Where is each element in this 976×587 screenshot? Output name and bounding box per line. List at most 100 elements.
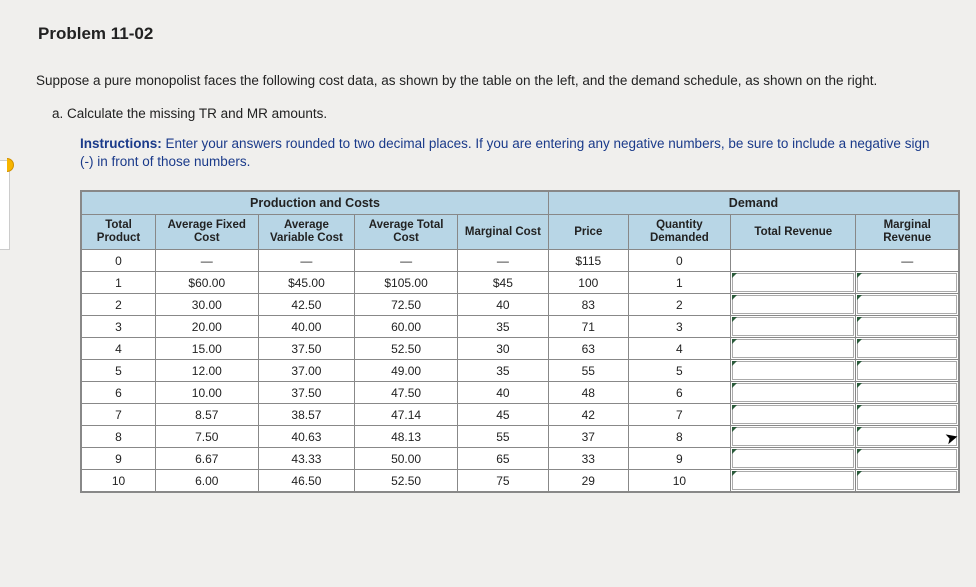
- total-revenue-input[interactable]: [732, 405, 854, 424]
- cell-qd: 2: [628, 294, 731, 316]
- cell-avc: 38.57: [258, 404, 355, 426]
- marginal-revenue: [856, 316, 959, 338]
- total-revenue-input[interactable]: [732, 427, 854, 446]
- marginal-revenue-input[interactable]: [857, 339, 957, 358]
- cell-avc: $45.00: [258, 272, 355, 294]
- total-revenue: [731, 448, 856, 470]
- cell-price: 48: [548, 382, 628, 404]
- cell-avc: 46.50: [258, 470, 355, 492]
- cell-price: 29: [548, 470, 628, 492]
- cell-qd: 10: [628, 470, 731, 492]
- marginal-revenue: [856, 448, 959, 470]
- th-mr: Marginal Revenue: [856, 215, 959, 250]
- table-row: 320.0040.0060.0035713: [82, 316, 959, 338]
- cell-price: 37: [548, 426, 628, 448]
- cell-tp: 3: [82, 316, 156, 338]
- cell-mc: 40: [457, 294, 548, 316]
- th-atc: Average Total Cost: [355, 215, 458, 250]
- th-price: Price: [548, 215, 628, 250]
- cell-avc: 40.63: [258, 426, 355, 448]
- total-revenue-input[interactable]: [732, 317, 854, 336]
- cell-tp: 1: [82, 272, 156, 294]
- cell-afc: 8.57: [156, 404, 259, 426]
- total-revenue: [731, 382, 856, 404]
- problem-intro: Suppose a pure monopolist faces the foll…: [36, 72, 938, 90]
- total-revenue-input[interactable]: [732, 273, 854, 292]
- cell-qd: 8: [628, 426, 731, 448]
- cell-avc: 37.50: [258, 382, 355, 404]
- cell-afc: —: [156, 250, 259, 272]
- marginal-revenue-input[interactable]: [857, 295, 957, 314]
- table-row: 610.0037.5047.5040486: [82, 382, 959, 404]
- total-revenue-input[interactable]: [732, 361, 854, 380]
- marginal-revenue: [856, 294, 959, 316]
- cell-price: 83: [548, 294, 628, 316]
- cell-qd: 7: [628, 404, 731, 426]
- cell-price: 63: [548, 338, 628, 360]
- marginal-revenue: [856, 382, 959, 404]
- cell-qd: 0: [628, 250, 731, 272]
- cell-mc: 65: [457, 448, 548, 470]
- cell-atc: $105.00: [355, 272, 458, 294]
- cell-avc: 42.50: [258, 294, 355, 316]
- cell-avc: —: [258, 250, 355, 272]
- marginal-revenue-input[interactable]: [857, 449, 957, 468]
- cell-qd: 1: [628, 272, 731, 294]
- total-revenue-input[interactable]: [732, 449, 854, 468]
- sidebar-fragment: [0, 160, 10, 250]
- cell-qd: 6: [628, 382, 731, 404]
- marginal-revenue-input[interactable]: [857, 361, 957, 380]
- cell-mc: 40: [457, 382, 548, 404]
- cell-afc: $60.00: [156, 272, 259, 294]
- cell-afc: 20.00: [156, 316, 259, 338]
- marginal-revenue-input[interactable]: [857, 383, 957, 402]
- cell-atc: 50.00: [355, 448, 458, 470]
- marginal-revenue: [856, 360, 959, 382]
- instructions-label: Instructions:: [80, 136, 162, 151]
- total-revenue: [731, 360, 856, 382]
- cell-price: 100: [548, 272, 628, 294]
- th-tr: Total Revenue: [731, 215, 856, 250]
- table-row: 0————$1150—: [82, 250, 959, 272]
- cell-mr: —: [856, 250, 959, 272]
- marginal-revenue-input[interactable]: [857, 405, 957, 424]
- th-qd: Quantity Demanded: [628, 215, 731, 250]
- marginal-revenue-input[interactable]: [857, 273, 957, 292]
- marginal-revenue: [856, 404, 959, 426]
- total-revenue-input[interactable]: [732, 339, 854, 358]
- cell-atc: 60.00: [355, 316, 458, 338]
- cell-mc: 30: [457, 338, 548, 360]
- cell-avc: 37.50: [258, 338, 355, 360]
- cell-mc: $45: [457, 272, 548, 294]
- th-total-product: Total Product: [82, 215, 156, 250]
- cell-avc: 40.00: [258, 316, 355, 338]
- total-revenue-input[interactable]: [732, 295, 854, 314]
- cell-qd: 4: [628, 338, 731, 360]
- cell-atc: 48.13: [355, 426, 458, 448]
- cell-afc: 6.67: [156, 448, 259, 470]
- th-avc: Average Variable Cost: [258, 215, 355, 250]
- cell-avc: 37.00: [258, 360, 355, 382]
- instructions: Instructions: Enter your answers rounded…: [80, 135, 938, 171]
- total-revenue: [731, 316, 856, 338]
- table-row: 512.0037.0049.0035555: [82, 360, 959, 382]
- group-header-demand: Demand: [548, 191, 958, 214]
- marginal-revenue-input[interactable]: [857, 471, 957, 490]
- marginal-revenue: [856, 470, 959, 492]
- cell-atc: 49.00: [355, 360, 458, 382]
- cell-afc: 6.00: [156, 470, 259, 492]
- cell-afc: 12.00: [156, 360, 259, 382]
- cell-qd: 5: [628, 360, 731, 382]
- marginal-revenue-input[interactable]: [857, 317, 957, 336]
- cell-qd: 3: [628, 316, 731, 338]
- total-revenue-input[interactable]: [732, 471, 854, 490]
- cell-tp: 9: [82, 448, 156, 470]
- cell-mc: 35: [457, 316, 548, 338]
- cell-afc: 30.00: [156, 294, 259, 316]
- table-row: 415.0037.5052.5030634: [82, 338, 959, 360]
- cell-atc: 52.50: [355, 338, 458, 360]
- cost-demand-table: Production and Costs Demand Total Produc…: [81, 191, 959, 493]
- cell-tp: 5: [82, 360, 156, 382]
- total-revenue-input[interactable]: [732, 383, 854, 402]
- marginal-revenue: [856, 272, 959, 294]
